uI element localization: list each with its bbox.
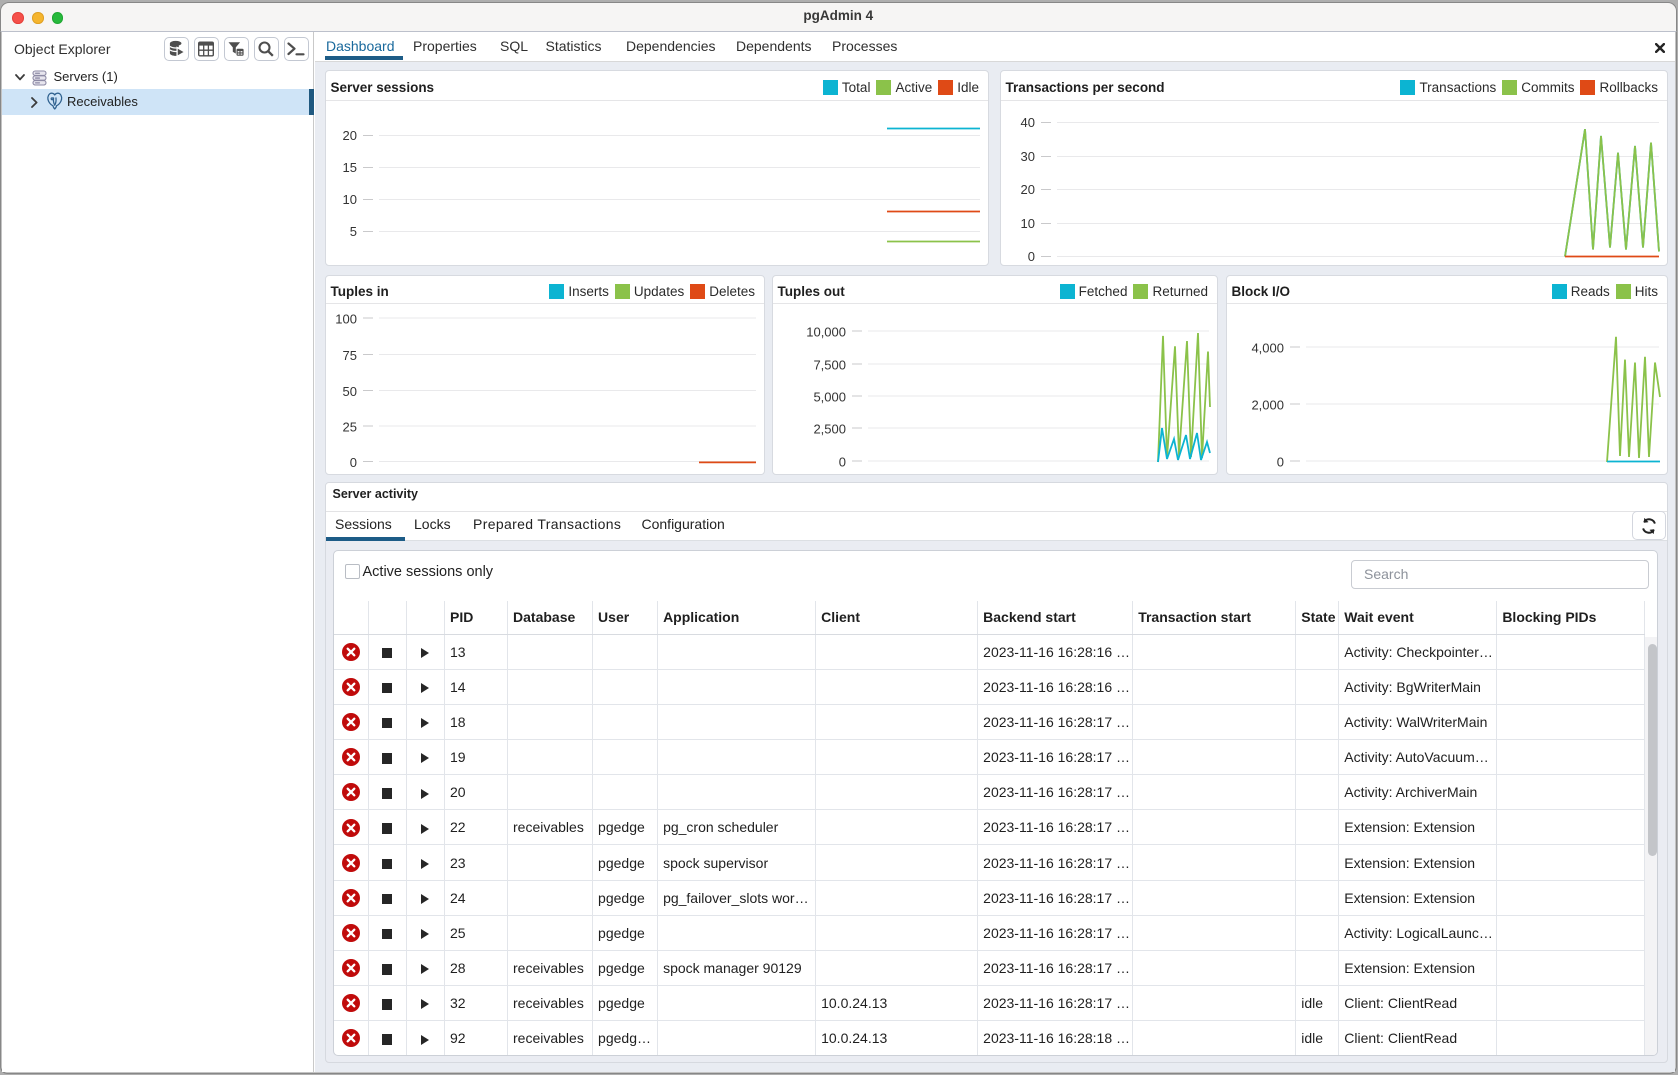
svg-text:100: 100 <box>335 311 357 326</box>
svg-text:0: 0 <box>1028 249 1035 264</box>
svg-text:7,500: 7,500 <box>813 357 846 372</box>
svg-text:40: 40 <box>1021 115 1035 130</box>
svg-text:10: 10 <box>1021 216 1035 231</box>
svg-text:5: 5 <box>350 224 357 239</box>
svg-text:10: 10 <box>343 192 357 207</box>
svg-text:4,000: 4,000 <box>1251 340 1284 355</box>
svg-text:20: 20 <box>1021 182 1035 197</box>
svg-text:30: 30 <box>1021 149 1035 164</box>
svg-text:75: 75 <box>343 348 357 363</box>
svg-text:2,500: 2,500 <box>813 421 846 436</box>
svg-text:20: 20 <box>343 128 357 143</box>
svg-text:2,000: 2,000 <box>1251 397 1284 412</box>
svg-text:10,000: 10,000 <box>806 324 846 339</box>
svg-text:50: 50 <box>343 384 357 399</box>
svg-text:0: 0 <box>350 455 357 470</box>
svg-text:25: 25 <box>343 419 357 434</box>
svg-text:0: 0 <box>1277 454 1284 469</box>
svg-text:0: 0 <box>839 454 846 469</box>
svg-text:5,000: 5,000 <box>813 389 846 404</box>
svg-text:15: 15 <box>343 160 357 175</box>
